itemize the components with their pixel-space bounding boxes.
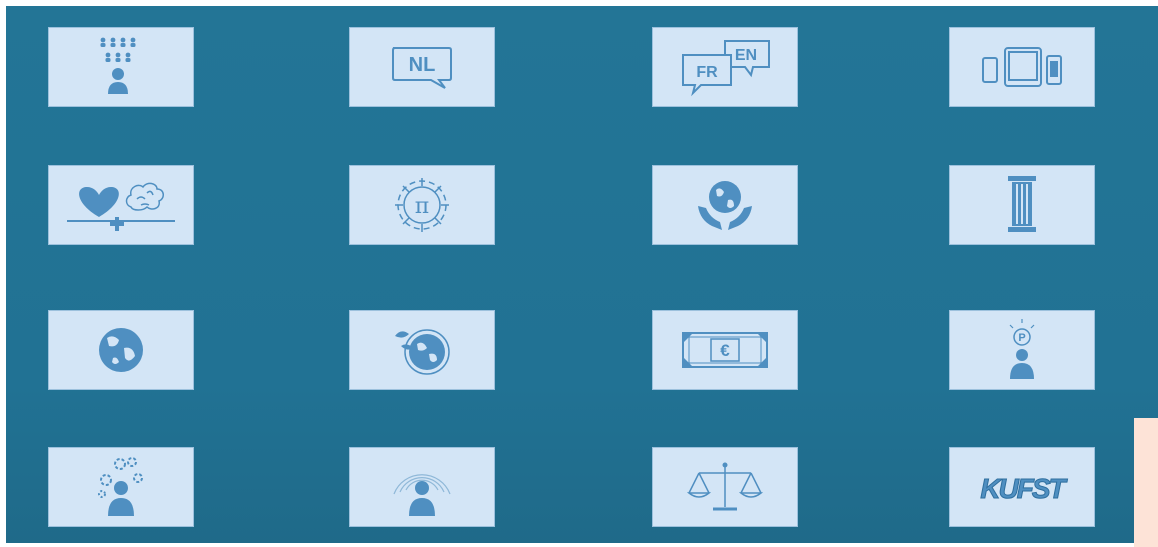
tile-pi-gear[interactable]: π bbox=[349, 165, 495, 245]
tile-graffiti-logo[interactable]: KUFST bbox=[949, 447, 1095, 527]
devices-icon bbox=[982, 47, 1062, 87]
tile-person-with-idea[interactable]: P bbox=[949, 310, 1095, 390]
person-broadcast-icon bbox=[393, 474, 451, 516]
tile-euro-banknote[interactable]: € bbox=[652, 310, 798, 390]
tile-globe-with-leaves[interactable] bbox=[349, 310, 495, 390]
euro-symbol: € bbox=[720, 341, 730, 360]
tile-heart-plus-brain[interactable] bbox=[48, 165, 194, 245]
pi-gear-icon: π bbox=[395, 178, 449, 232]
tile-column-pillar[interactable] bbox=[949, 165, 1095, 245]
tile-person-broadcast[interactable] bbox=[349, 447, 495, 527]
heart-plus-brain-icon bbox=[67, 182, 175, 231]
tile-group-hierarchy[interactable] bbox=[48, 27, 194, 107]
tile-person-with-gears[interactable] bbox=[48, 447, 194, 527]
dutch-speech-bubble-icon: NL bbox=[392, 47, 452, 89]
pi-symbol: π bbox=[415, 194, 429, 219]
peach-corner-overlay bbox=[1134, 418, 1158, 547]
euro-banknote-icon: € bbox=[682, 332, 768, 368]
graffiti-logo-icon: KUFST bbox=[980, 473, 1071, 505]
globe-with-leaves-icon bbox=[395, 329, 450, 375]
p-symbol: P bbox=[1018, 332, 1025, 344]
tile-globe[interactable] bbox=[48, 310, 194, 390]
tile-balance-scale[interactable] bbox=[652, 447, 798, 527]
tile-globe-in-hands[interactable] bbox=[652, 165, 798, 245]
tile-devices[interactable] bbox=[949, 27, 1095, 107]
globe-in-hands-icon bbox=[698, 181, 752, 230]
french-english-bubbles-icon: EN FR bbox=[682, 40, 770, 97]
column-pillar-icon bbox=[1008, 176, 1036, 232]
group-hierarchy-icon bbox=[100, 37, 136, 94]
person-with-gears-icon bbox=[98, 457, 143, 516]
fr-label: FR bbox=[696, 64, 718, 81]
en-label: EN bbox=[735, 47, 757, 64]
balance-scale-icon bbox=[686, 462, 764, 511]
tile-dutch-language[interactable]: NL bbox=[349, 27, 495, 107]
tile-french-english[interactable]: EN FR bbox=[652, 27, 798, 107]
globe-icon bbox=[99, 328, 143, 372]
person-with-p-bubble-icon: P bbox=[1009, 319, 1035, 379]
graffiti-text: KUFST bbox=[980, 473, 1068, 504]
nl-label: NL bbox=[409, 54, 436, 76]
